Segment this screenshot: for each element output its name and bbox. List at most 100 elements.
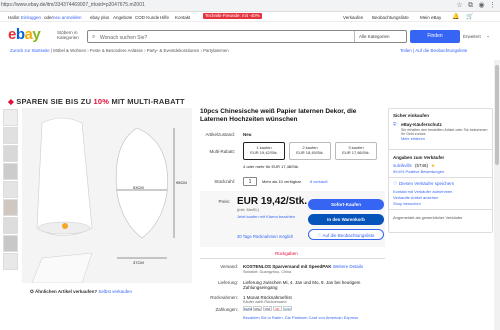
thumbnail[interactable] (3, 253, 18, 270)
save-seller-link[interactable]: Diesen Verkäufer speichern (399, 181, 454, 186)
category-browse-button[interactable]: Stöbern in Kategorien (57, 30, 85, 40)
buy-now-button[interactable]: Sofort-Kaufen (308, 199, 384, 210)
returns-link[interactable]: 30 Tage Rücknahmen möglich (237, 234, 293, 239)
profile-icon[interactable]: ◉ (477, 1, 486, 10)
tier-price: EUR 18,45/Stk. (296, 150, 324, 155)
lantern-illustration (22, 108, 192, 284)
nav-ebayplus[interactable]: ebay plus (90, 15, 109, 20)
thumbnail[interactable] (3, 199, 18, 216)
visit-shop-link[interactable]: Shop besuchen (393, 201, 421, 206)
product-image[interactable]: 53CM 95CM 37CM (22, 108, 192, 284)
thumbnail[interactable] (3, 127, 18, 144)
thumbnail[interactable] (3, 109, 18, 126)
klarna-link[interactable]: Jetzt kaufen mit Klarna bezahlen (237, 214, 297, 219)
seller-score: (5746) (415, 163, 429, 168)
price: EUR 19,42/Stk. (237, 196, 308, 207)
address-bar[interactable]: https://www.ebay.de/itm/334374469007_trk… (1, 2, 346, 8)
tier-price: EUR 17,86/Stk. (342, 150, 370, 155)
payment-methods: PayPal GPay VISA MC AMEX (243, 306, 293, 312)
price-vat: (inkl. MwSt.) (237, 207, 259, 212)
nav-myebay[interactable]: Mein eBay (420, 15, 441, 20)
discount-prefix: SPAREN SIE BIS ZU (16, 97, 92, 106)
heart-icon: ♡ (393, 181, 398, 186)
nav-kontakt[interactable]: Kontakt (175, 15, 190, 20)
ship-from: Standort: Guangzhou, China (243, 270, 292, 274)
watchlist-button[interactable]: ♡ Auf die Beobachtungsliste (308, 229, 384, 240)
thumbnail[interactable] (3, 145, 18, 162)
amex-icon: AMEX (283, 306, 292, 312)
quantity-input[interactable]: 1 (243, 177, 257, 186)
shipping-details-link[interactable]: Weitere Details (333, 264, 363, 269)
secure-title: Sicher einkaufen (393, 113, 430, 118)
shield-icon: ⛨ (393, 122, 397, 127)
logo-b: b (15, 26, 25, 43)
signin-link[interactable]: Einloggen (21, 15, 41, 20)
seller-sidebar: Sicher einkaufen ⛨ eBay-Käuferschutz Sie… (388, 108, 493, 233)
logo-e: e (8, 26, 16, 43)
guarantee-title: eBay-Käuferschutz (401, 122, 442, 127)
delivery-label: Lieferung: (217, 280, 238, 285)
scrollbar[interactable] (494, 60, 500, 330)
returns-sub: Käufer zahlt Rückversand (243, 300, 287, 304)
search-input[interactable]: Wonach suchen Sie? (100, 35, 147, 41)
thumbnail[interactable] (3, 217, 18, 234)
dim-bottom: 37CM (133, 260, 144, 265)
nav-verkaufen[interactable]: Verkaufen (343, 15, 363, 20)
product-title: 10pcs Chinesische weiß Papier laternen D… (200, 108, 357, 123)
thumbnail[interactable] (3, 181, 18, 198)
divider (389, 177, 492, 178)
nav-hilfe[interactable]: Hilfe (160, 15, 169, 20)
seller-name[interactable]: sulcikvills (393, 163, 412, 168)
extensions-icon[interactable]: ⧉ (466, 1, 475, 10)
sell-icon: ✪ (30, 289, 34, 294)
advanced-search-link[interactable]: Erweitert (463, 34, 481, 39)
breadcrumb-item-3[interactable]: Party- & Eventdekorationen (147, 48, 200, 53)
multi-discount-label: Multi-Rabatt: (209, 149, 235, 154)
or-text: oder (44, 15, 54, 20)
bell-icon[interactable]: 🔔 (452, 13, 459, 20)
category-select-value: Alle Kategorien (359, 34, 390, 39)
breadcrumb-item-4[interactable]: Partylaternen (203, 48, 229, 53)
price-label: Preis: (218, 199, 230, 204)
search-button[interactable]: Finden (410, 30, 460, 43)
scrollbar-thumb[interactable] (495, 65, 499, 165)
menu-icon[interactable]: ⋮ (488, 1, 497, 10)
guarantee-more-link[interactable]: Mehr erfahren (401, 137, 425, 141)
tier-option-1[interactable]: 1 kaufen EUR 19,42/Stk. (243, 142, 285, 160)
share-link[interactable]: Teilen (400, 48, 412, 53)
add-to-cart-button[interactable]: In den Warenkorb (308, 214, 384, 225)
watchlist-link[interactable]: Auf die Beobachtungsliste (415, 48, 467, 53)
breadcrumb-item-2[interactable]: Feste & Besondere Anlässe (90, 48, 143, 53)
star-icon[interactable]: ☆ (455, 1, 464, 10)
seller-positive[interactable]: 99,6% Positive Bewertungen (393, 169, 444, 174)
installment-link[interactable]: Bezahlen Sie in Raten. Die Platinum Card… (243, 315, 373, 320)
promo-badge[interactable]: Techniki-Freunde: mit -40% (203, 13, 262, 19)
visa-icon: VISA (263, 306, 272, 312)
register-link[interactable]: neu anmelden (53, 15, 82, 20)
greeting: Hallo! (8, 15, 20, 20)
chevron-down-icon: ⌄ (486, 33, 490, 38)
breadcrumb-back[interactable]: Zurück zur Startseite (10, 48, 50, 53)
cart-icon[interactable]: 🛒 (466, 13, 473, 20)
payments-label: Zahlungen: (215, 307, 238, 312)
returns-label: Rücknahmen: (210, 295, 238, 300)
thumbnail[interactable] (3, 163, 18, 180)
thumbnail[interactable] (3, 235, 18, 252)
tag-icon: ◆ (8, 97, 14, 106)
dim-height: 95CM (176, 180, 187, 185)
sold-items-link[interactable]: Verkaufte Artikel ansehen (393, 195, 438, 200)
quantity-sold[interactable]: 8 verkauft (310, 179, 328, 184)
breadcrumb-item-1[interactable]: Möbel & Wohnen (53, 48, 86, 53)
quantity-available: Mehr als 10 verfügbar (262, 179, 301, 184)
nav-angebote[interactable]: Angebote (113, 15, 132, 20)
tier-price: EUR 19,42/Stk. (250, 150, 278, 155)
nav-cod[interactable]: COD Kunde (135, 15, 159, 20)
ebay-logo[interactable]: ebay (8, 26, 41, 43)
tier-option-3[interactable]: 3 kaufen EUR 17,86/Stk. (335, 142, 377, 160)
paypal-icon: PayPal (243, 306, 252, 312)
tier-option-2[interactable]: 2 kaufen EUR 18,45/Stk. (289, 142, 331, 160)
share-row: Teilen | Auf die Beobachtungsliste (400, 48, 468, 53)
nav-watchlist[interactable]: Beobachtungsliste (372, 15, 409, 20)
contact-seller-link[interactable]: Kontakt mit Verkäufer aufnehmen (393, 189, 452, 194)
sell-similar-link[interactable]: Selbst verkaufen (98, 289, 132, 294)
